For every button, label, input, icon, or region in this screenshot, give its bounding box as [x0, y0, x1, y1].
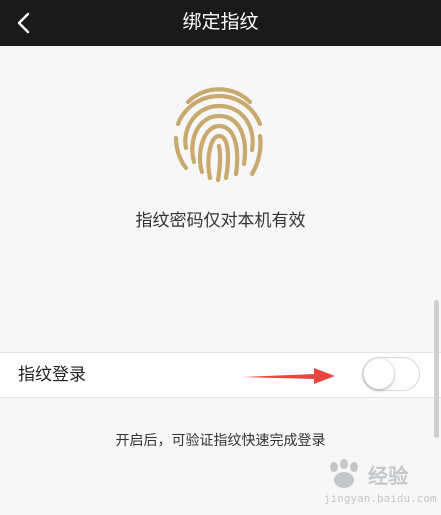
- paw-icon: [330, 459, 358, 488]
- fingerprint-description: 指纹密码仅对本机有效: [135, 211, 306, 231]
- fingerprint-icon: [173, 87, 263, 183]
- watermark-url: jingyan.baidu.com: [324, 492, 437, 505]
- fingerprint-hint: 开启后，可验证指纹快速完成登录: [115, 433, 326, 449]
- toggle-knob: [364, 359, 394, 389]
- watermark-text: 经验: [368, 464, 408, 488]
- baidu-watermark: 经验 jingyan.baidu.com: [318, 458, 437, 510]
- nav-bar: 绑定指纹: [0, 0, 441, 46]
- fingerprint-login-toggle[interactable]: [362, 357, 420, 391]
- red-arrow-icon: [242, 368, 335, 384]
- fingerprint-login-label: 指纹登录: [18, 365, 86, 385]
- page-title: 绑定指纹: [182, 11, 259, 33]
- scrollbar[interactable]: [434, 300, 439, 438]
